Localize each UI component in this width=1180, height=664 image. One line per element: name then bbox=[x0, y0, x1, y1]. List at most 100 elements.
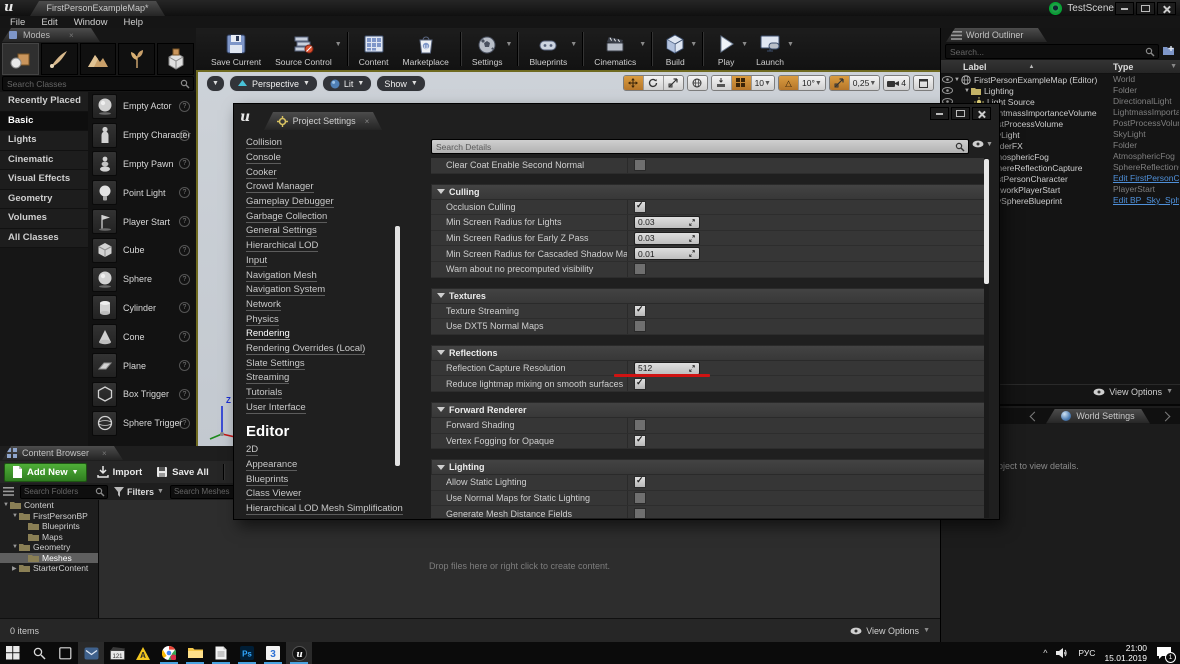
taskbar-app-button[interactable]: A bbox=[130, 642, 156, 664]
settings-section-header[interactable]: Forward Renderer bbox=[431, 401, 987, 418]
landscape-mode-button[interactable] bbox=[79, 43, 117, 75]
menu-item[interactable]: Window bbox=[74, 17, 108, 28]
taskbar-app-button[interactable]: 3 bbox=[260, 642, 286, 664]
setting-checkbox[interactable] bbox=[634, 492, 646, 505]
search-classes-input[interactable] bbox=[3, 78, 180, 89]
type-column-header[interactable]: Type bbox=[1113, 62, 1133, 72]
taskbar-app-button[interactable]: Ps bbox=[234, 642, 260, 664]
spinner-icon[interactable] bbox=[688, 218, 696, 227]
taskbar-app-button[interactable]: 121 bbox=[104, 642, 130, 664]
visibility-eye-icon[interactable] bbox=[941, 87, 954, 94]
chevron-down-icon[interactable]: ▼ bbox=[690, 41, 697, 48]
outliner-add-button[interactable] bbox=[1161, 44, 1176, 57]
mode-category[interactable]: Lights bbox=[0, 131, 88, 151]
toolbar-button[interactable]: Play bbox=[707, 29, 745, 69]
toolbar-button[interactable]: Cinematics bbox=[587, 29, 643, 69]
chevron-down-icon[interactable]: ▼ bbox=[741, 41, 748, 48]
menu-item[interactable]: Help bbox=[123, 17, 143, 28]
outliner-row[interactable]: ▼ FirstPersonExampleMap (Editor) World bbox=[941, 74, 1180, 85]
chevron-down-icon[interactable]: ▼ bbox=[335, 41, 342, 48]
language-indicator[interactable]: РУС bbox=[1078, 648, 1095, 658]
settings-nav-item[interactable]: Gameplay Debugger bbox=[246, 195, 421, 210]
scale-tool-button[interactable] bbox=[663, 76, 683, 90]
taskbar-app-button[interactable] bbox=[156, 642, 182, 664]
help-icon[interactable]: ? bbox=[179, 100, 190, 112]
settings-section-header[interactable]: Lighting bbox=[431, 459, 987, 476]
setting-checkbox[interactable] bbox=[634, 434, 646, 447]
toolbar-button[interactable]: Build bbox=[656, 29, 694, 69]
settings-nav-item[interactable]: Class Viewer bbox=[246, 487, 421, 502]
details-scrollbar[interactable] bbox=[984, 158, 989, 518]
setting-checkbox[interactable] bbox=[634, 475, 646, 489]
sources-toggle-icon[interactable] bbox=[3, 487, 14, 496]
mode-category[interactable]: All Classes bbox=[0, 228, 88, 248]
rotate-tool-button[interactable] bbox=[643, 76, 664, 90]
close-button[interactable] bbox=[972, 107, 991, 120]
mode-category[interactable]: Cinematic bbox=[0, 150, 88, 170]
setting-checkbox[interactable] bbox=[634, 200, 646, 213]
help-icon[interactable]: ? bbox=[179, 302, 190, 314]
angle-snap-button[interactable]: △ bbox=[778, 76, 799, 90]
viewport-options-button[interactable]: ▼ bbox=[206, 75, 225, 92]
settings-section-header[interactable]: Textures bbox=[431, 287, 987, 304]
geometry-mode-button[interactable] bbox=[157, 43, 194, 75]
setting-checkbox[interactable] bbox=[634, 304, 646, 317]
settings-nav-item[interactable]: Hierarchical LOD Mesh Simplification bbox=[246, 502, 421, 516]
toolbar-button[interactable]: Content bbox=[352, 29, 396, 69]
chevron-down-icon[interactable]: ▼ bbox=[570, 41, 577, 48]
spinner-icon[interactable] bbox=[688, 249, 696, 258]
folder-tree-item[interactable]: Maps bbox=[0, 532, 98, 543]
maximize-viewport-button[interactable] bbox=[914, 76, 933, 90]
menu-item[interactable]: File bbox=[10, 17, 25, 28]
placeable-item[interactable]: Box Trigger ? bbox=[88, 380, 196, 409]
help-icon[interactable]: ? bbox=[179, 158, 190, 170]
visibility-eye-icon[interactable] bbox=[941, 76, 954, 83]
type-filter-icon[interactable]: ▼ bbox=[1170, 63, 1177, 70]
camera-speed-button[interactable]: 4 bbox=[884, 76, 909, 90]
placeable-item[interactable]: Point Light ? bbox=[88, 178, 196, 207]
chevron-left-icon[interactable] bbox=[1029, 411, 1040, 421]
placeable-item[interactable]: Cube ? bbox=[88, 236, 196, 265]
world-local-toggle[interactable] bbox=[687, 76, 707, 90]
spinner-icon[interactable] bbox=[688, 364, 696, 373]
setting-checkbox[interactable] bbox=[634, 320, 646, 333]
hidden-icons-button[interactable]: ^ bbox=[1043, 648, 1047, 658]
nav-scrollbar[interactable] bbox=[395, 226, 400, 466]
settings-nav-item[interactable]: Blueprints bbox=[246, 472, 421, 487]
setting-number-field[interactable]: 0.01 bbox=[634, 247, 700, 261]
setting-checkbox[interactable] bbox=[634, 377, 646, 390]
mode-category[interactable]: Geometry bbox=[0, 189, 88, 209]
mode-category[interactable]: Recently Placed bbox=[0, 92, 88, 112]
chevron-down-icon[interactable]: ▼ bbox=[639, 41, 646, 48]
search-details-input[interactable] bbox=[432, 141, 955, 152]
project-settings-tab[interactable]: Project Settings × bbox=[264, 112, 382, 130]
filters-button[interactable]: Filters ▼ bbox=[114, 486, 164, 497]
settings-nav-item[interactable]: Cooker bbox=[246, 165, 421, 180]
help-icon[interactable]: ? bbox=[179, 331, 190, 343]
taskbar-app-button[interactable] bbox=[208, 642, 234, 664]
perspective-button[interactable]: Perspective ▼ bbox=[228, 75, 318, 92]
cb-view-options[interactable]: View Options ▼ bbox=[850, 626, 930, 636]
world-outliner-tab[interactable]: World Outliner bbox=[946, 28, 1047, 42]
search-folders-input[interactable] bbox=[21, 487, 95, 496]
expand-arrow-icon[interactable]: ▼ bbox=[12, 544, 19, 550]
toolbar-button[interactable]: Save Current bbox=[204, 29, 268, 69]
placeable-item[interactable]: Empty Character ? bbox=[88, 121, 196, 150]
save-all-button[interactable]: Save All bbox=[152, 466, 213, 478]
paint-mode-button[interactable] bbox=[40, 43, 78, 75]
folder-tree-item[interactable]: ▶ StarterContent bbox=[0, 563, 98, 574]
minimize-button[interactable] bbox=[1115, 2, 1134, 15]
project-tab[interactable]: FirstPersonExampleMap* bbox=[30, 1, 165, 16]
setting-number-field[interactable]: 0.03 bbox=[634, 215, 700, 229]
scale-snap-button[interactable] bbox=[829, 76, 850, 90]
help-icon[interactable]: ? bbox=[179, 417, 190, 429]
taskbar-app-button[interactable]: u bbox=[286, 642, 312, 664]
settings-nav-item[interactable]: Console bbox=[246, 151, 421, 166]
expand-arrow-icon[interactable]: ▶ bbox=[12, 565, 19, 572]
folder-tree-item[interactable]: ▼ FirstPersonBP bbox=[0, 511, 98, 522]
placeable-item[interactable]: Cone ? bbox=[88, 322, 196, 351]
place-mode-button[interactable] bbox=[2, 43, 39, 75]
chevron-right-icon[interactable] bbox=[1160, 411, 1171, 421]
expand-arrow-icon[interactable]: ▼ bbox=[3, 502, 10, 508]
chevron-down-icon[interactable]: ▼ bbox=[787, 41, 794, 48]
